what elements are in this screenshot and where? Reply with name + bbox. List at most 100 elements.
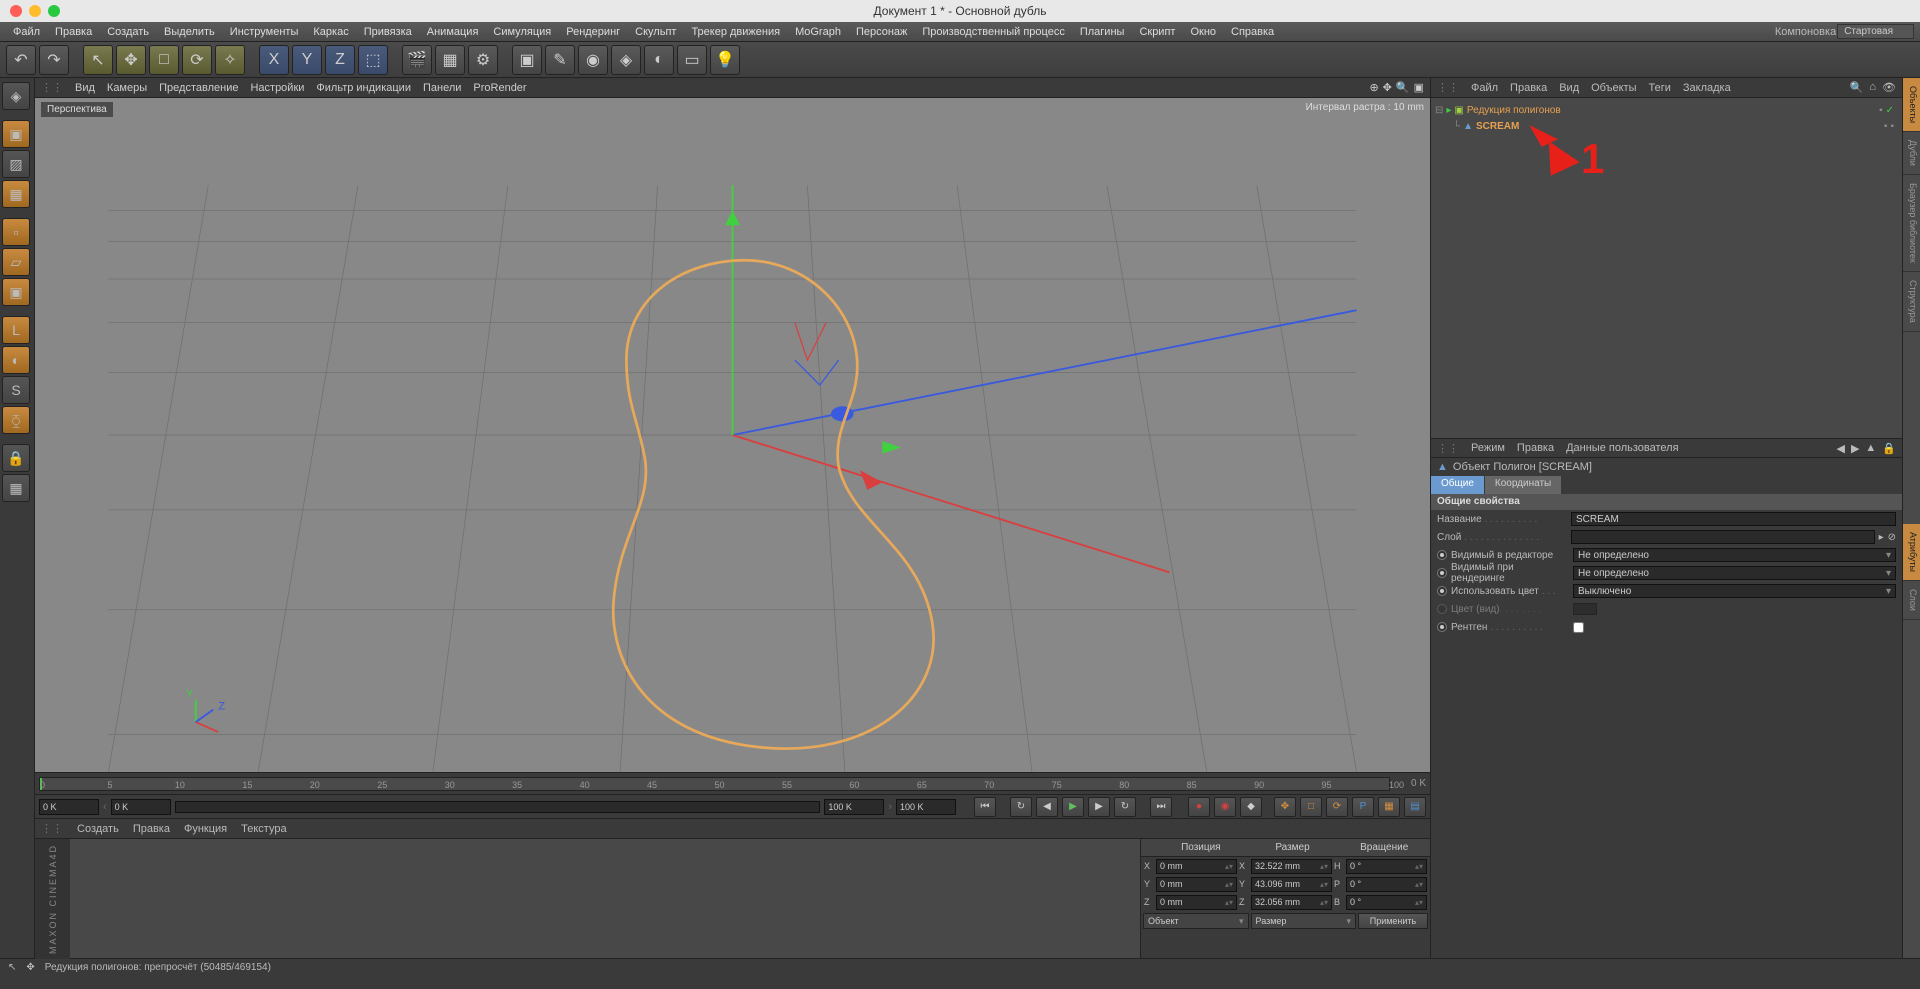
poly-mode-icon[interactable]: ▣ (2, 278, 30, 306)
frame-start[interactable] (39, 799, 99, 815)
select-tool-icon[interactable]: ↖ (83, 45, 113, 75)
snap-icon[interactable]: S (2, 376, 30, 404)
menu-edit[interactable]: Правка (48, 24, 99, 40)
axis-icon[interactable]: L (2, 316, 30, 344)
minimize-icon[interactable] (29, 5, 41, 17)
vp-filter[interactable]: Фильтр индикации (316, 82, 411, 94)
vp-prorender[interactable]: ProRender (473, 82, 526, 94)
coord-size-input[interactable]: 32.522 mm▴▾ (1251, 859, 1332, 874)
nav-fwd-icon[interactable]: ▶ (1851, 442, 1859, 455)
menu-plugins[interactable]: Плагины (1073, 24, 1132, 40)
menu-pipeline[interactable]: Производственный процесс (915, 24, 1071, 40)
vertex-icon[interactable]: ▦ (2, 474, 30, 502)
coord-rot-input[interactable]: 0 °▴▾ (1346, 877, 1427, 892)
timeline[interactable]: 0510152025303540455055606570758085909510… (35, 772, 1430, 794)
loop2-icon[interactable]: ↻ (1114, 797, 1136, 817)
world-axis-icon[interactable]: ⬚ (358, 45, 388, 75)
vp-options[interactable]: Настройки (250, 82, 304, 94)
nav-back-icon[interactable]: ◀ (1836, 442, 1844, 455)
rot-key-icon[interactable]: ⟳ (1326, 797, 1348, 817)
edge-mode-icon[interactable]: ▱ (2, 248, 30, 276)
rtab-objects[interactable]: Объекты (1903, 78, 1920, 132)
material-area[interactable] (70, 839, 1140, 958)
attr-layer-input[interactable] (1571, 530, 1875, 544)
vis-editor-dropdown[interactable]: Не определено▾ (1573, 548, 1896, 562)
rtab-attributes[interactable]: Атрибуты (1903, 524, 1920, 581)
rtab-browser[interactable]: Браузер библиотек (1903, 175, 1920, 272)
menu-snap[interactable]: Привязка (357, 24, 419, 40)
menu-tools[interactable]: Инструменты (223, 24, 306, 40)
x-axis-icon[interactable]: X (259, 45, 289, 75)
light-icon[interactable]: 💡 (710, 45, 740, 75)
rtab-layers[interactable]: Слои (1903, 581, 1920, 620)
attr-edit[interactable]: Правка (1517, 442, 1554, 454)
loop-icon[interactable]: ↻ (1010, 797, 1032, 817)
frame-end[interactable] (896, 799, 956, 815)
autokey-icon[interactable]: ◉ (1214, 797, 1236, 817)
coord-apply-button[interactable]: Применить (1358, 913, 1428, 929)
render-icon[interactable]: 🎬 (402, 45, 432, 75)
keyframe-icon[interactable]: ◆ (1240, 797, 1262, 817)
z-axis-icon[interactable]: Z (325, 45, 355, 75)
vp-nav-icon[interactable]: ⊕ (1369, 81, 1378, 94)
layout-dropdown[interactable]: Стартовая (1837, 24, 1914, 39)
lock-icon[interactable]: 🔒 (1882, 442, 1896, 455)
frame-cur-r[interactable] (824, 799, 884, 815)
mat-tex[interactable]: Текстура (241, 823, 286, 835)
menu-anim[interactable]: Анимация (420, 24, 486, 40)
menu-select[interactable]: Выделить (157, 24, 222, 40)
coord-rot-input[interactable]: 0 °▴▾ (1346, 895, 1427, 910)
camera-icon[interactable]: ▭ (677, 45, 707, 75)
obj-tags[interactable]: Теги (1649, 82, 1671, 94)
coord-pos-input[interactable]: 0 mm▴▾ (1156, 877, 1237, 892)
param-key-icon[interactable]: P (1352, 797, 1374, 817)
lasso-tool-icon[interactable]: ✧ (215, 45, 245, 75)
pos-key-icon[interactable]: ✥ (1274, 797, 1296, 817)
tree-row-polyreduce[interactable]: ⊟▸▣ Редукция полигонов ▪✓ (1435, 102, 1898, 118)
undo-icon[interactable]: ↶ (6, 45, 36, 75)
nav-up-icon[interactable]: ▲ (1865, 442, 1876, 455)
mat-func[interactable]: Функция (184, 823, 227, 835)
goto-end-icon[interactable]: ⏭ (1150, 797, 1172, 817)
pla-key-icon[interactable]: ▦ (1378, 797, 1400, 817)
object-tree[interactable]: ⊟▸▣ Редукция полигонов ▪✓ └▲ SCREAM ▪▪ 1 (1431, 98, 1902, 438)
obj-edit[interactable]: Правка (1510, 82, 1547, 94)
soft-select-icon[interactable]: ◐ (2, 346, 30, 374)
layer-pick-icon[interactable]: ▸ (1879, 532, 1884, 543)
workplane-icon[interactable]: ▦ (2, 180, 30, 208)
coord-rot-input[interactable]: 0 °▴▾ (1346, 859, 1427, 874)
environment-icon[interactable]: ◐ (644, 45, 674, 75)
point-mode-icon[interactable]: ▫ (2, 218, 30, 246)
vis-render-radio[interactable] (1437, 568, 1447, 578)
layer-clear-icon[interactable]: ⊘ (1888, 532, 1896, 543)
menu-window[interactable]: Окно (1183, 24, 1223, 40)
play-icon[interactable]: ▶ (1062, 797, 1084, 817)
xray-checkbox[interactable] (1573, 622, 1584, 633)
menu-file[interactable]: Файл (6, 24, 47, 40)
vp-panels[interactable]: Панели (423, 82, 461, 94)
step-fwd-icon[interactable]: ▶ (1088, 797, 1110, 817)
coord-pos-input[interactable]: 0 mm▴▾ (1156, 859, 1237, 874)
menu-help[interactable]: Справка (1224, 24, 1281, 40)
scale-tool-icon[interactable]: □ (149, 45, 179, 75)
vis-editor-radio[interactable] (1437, 550, 1447, 560)
search-icon[interactable]: 🔍 (1850, 81, 1864, 94)
frame-cur-l[interactable] (111, 799, 171, 815)
attr-mode[interactable]: Режим (1471, 442, 1505, 454)
menu-render[interactable]: Рендеринг (559, 24, 627, 40)
rotate-tool-icon[interactable]: ⟳ (182, 45, 212, 75)
make-editable-icon[interactable]: ◈ (2, 82, 30, 110)
menu-sculpt[interactable]: Скульпт (628, 24, 683, 40)
obj-file[interactable]: Файл (1471, 82, 1498, 94)
record-icon[interactable]: ● (1188, 797, 1210, 817)
xray-radio[interactable] (1437, 622, 1447, 632)
obj-view[interactable]: Вид (1559, 82, 1579, 94)
menu-mograph[interactable]: MoGraph (788, 24, 848, 40)
mat-edit[interactable]: Правка (133, 823, 170, 835)
cube-primitive-icon[interactable]: ▣ (512, 45, 542, 75)
move-tool-icon[interactable]: ✥ (116, 45, 146, 75)
y-axis-icon[interactable]: Y (292, 45, 322, 75)
coord-dd2[interactable]: Размер▾ (1251, 913, 1357, 929)
maximize-icon[interactable] (48, 5, 60, 17)
locked-icon[interactable]: 🔒 (2, 444, 30, 472)
